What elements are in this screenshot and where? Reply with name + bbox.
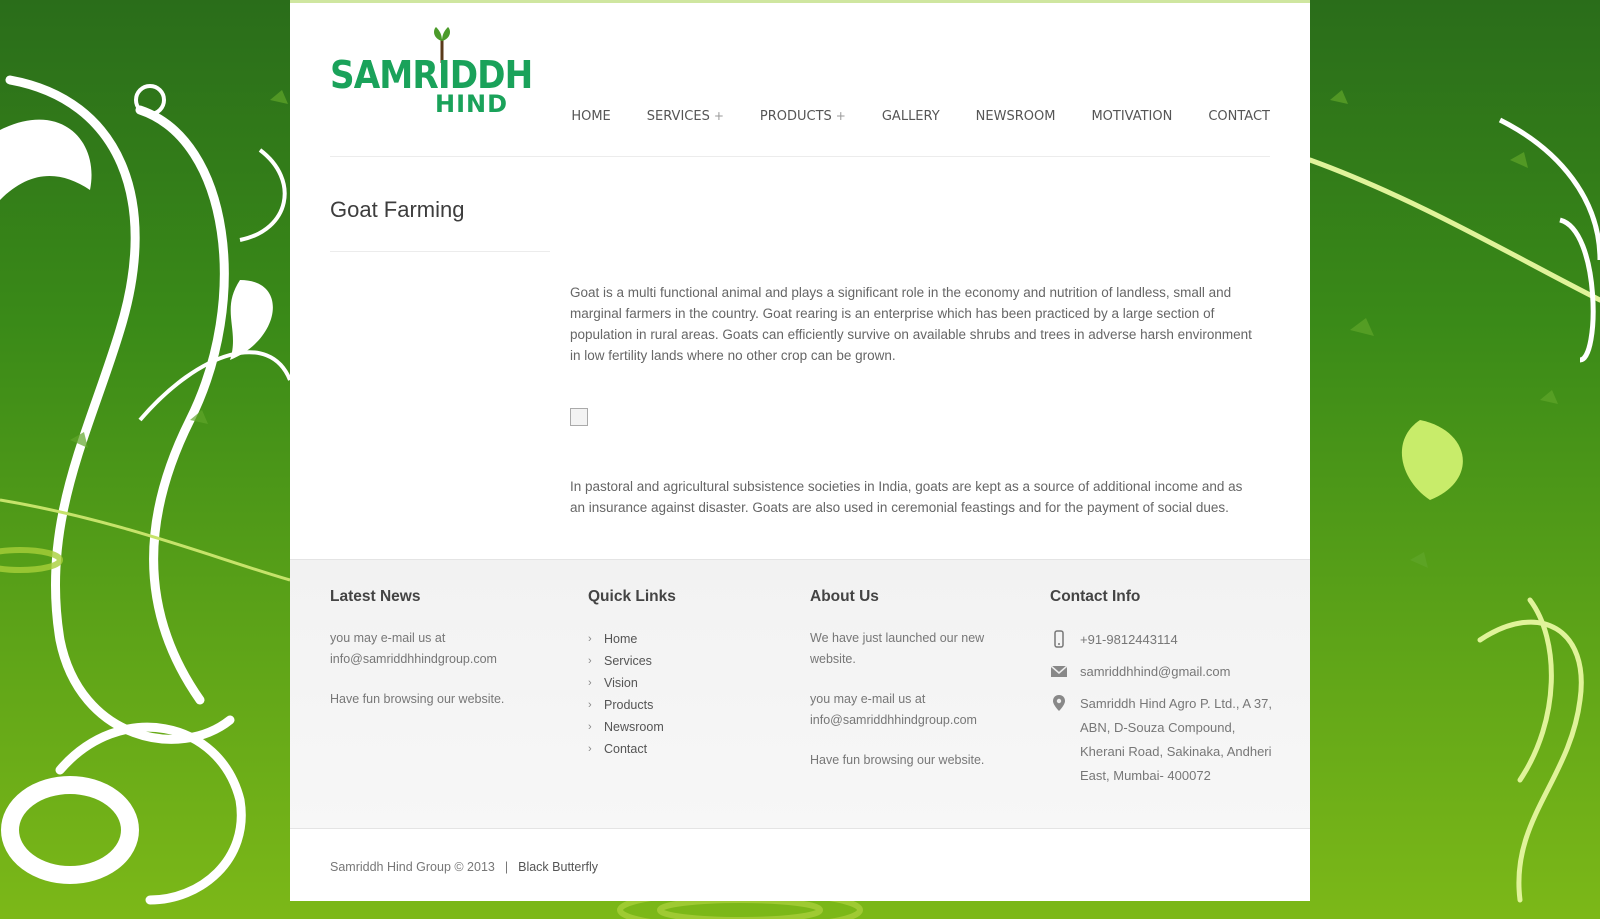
chevron-right-icon: › [588, 699, 592, 711]
nav-item-products[interactable]: PRODUCTS + [760, 109, 846, 124]
contact-phone-row: +91-9812443114 [1050, 628, 1275, 652]
title-divider [330, 251, 550, 252]
copyright-bar: Samriddh Hind Group © 2013 | Black Butterf… [330, 860, 598, 874]
about-line-2: you may e-mail us at info@samriddhhindgr… [810, 692, 977, 727]
latest-news-heading: Latest News [330, 588, 421, 605]
site-logo[interactable]: SAMRIDDH HIND [330, 23, 533, 123]
broken-image-icon [570, 408, 588, 426]
nav-item-newsroom[interactable]: NEWSROOM [976, 109, 1056, 124]
logo-text-sub: HIND [435, 90, 509, 118]
contact-heading: Contact Info [1050, 588, 1141, 605]
quick-link-vision[interactable]: › Vision [588, 672, 758, 694]
phone-icon [1054, 630, 1064, 648]
contact-phone[interactable]: +91-9812443114 [1080, 628, 1178, 652]
article-paragraph-2: In pastoral and agricultural subsistence… [570, 479, 1243, 515]
latest-news-line-3: Have fun browsing our website. [330, 692, 505, 706]
nav-item-contact[interactable]: CONTACT [1208, 109, 1270, 124]
chevron-right-icon: › [588, 633, 592, 645]
quick-links-list: › Home › Services › Vision › Products › Newsr… [588, 628, 758, 760]
footer-contact-info: Contact Info +91-9812443114 samriddhhind… [1050, 588, 1275, 796]
quick-link-contact[interactable]: › Contact [588, 738, 758, 760]
footer-about-us: About Us We have just launched our new w… [810, 588, 1000, 771]
latest-news-line-1: you may e-mail us at [330, 631, 446, 645]
site-header: SAMRIDDH HIND HOME SERVICES + PRODUCTS + G… [330, 3, 1270, 157]
contact-email[interactable]: samriddhhind@gmail.com [1080, 660, 1230, 684]
site-footer: Latest News you may e-mail us at info@sa… [290, 559, 1310, 829]
article-body: Goat is a multi functional animal and pl… [570, 282, 1260, 366]
quick-link-home[interactable]: › Home [588, 628, 758, 650]
nav-item-services[interactable]: SERVICES + [647, 109, 724, 124]
footer-quick-links: Quick Links › Home › Services › Vision › Pro… [588, 588, 758, 760]
latest-news-email[interactable]: info@samriddhhindgroup.com [330, 649, 550, 670]
chevron-right-icon: › [588, 743, 592, 755]
contact-address: Samriddh Hind Agro P. Ltd., A 37, ABN, D… [1080, 696, 1272, 783]
quick-link-products[interactable]: › Products [588, 694, 758, 716]
credit-link[interactable]: Black Butterfly [518, 860, 598, 874]
copyright-separator: | [504, 860, 509, 874]
envelope-icon [1050, 665, 1068, 677]
about-line-3: Have fun browsing our website. [810, 753, 985, 767]
article-paragraph-1: Goat is a multi functional animal and pl… [570, 285, 1252, 363]
about-line-1: We have just launched our new website. [810, 631, 985, 666]
about-heading: About Us [810, 588, 879, 605]
contact-email-row: samriddhhind@gmail.com [1050, 660, 1275, 684]
nav-item-home[interactable]: HOME [571, 109, 610, 124]
chevron-right-icon: › [588, 721, 592, 733]
chevron-right-icon: › [588, 677, 592, 689]
quick-links-heading: Quick Links [588, 588, 676, 605]
map-pin-icon [1053, 695, 1065, 711]
submenu-plus-icon: + [835, 109, 846, 123]
quick-link-newsroom[interactable]: › Newsroom [588, 716, 758, 738]
main-nav: HOME SERVICES + PRODUCTS + GALLERY NEWSROO… [535, 109, 1270, 124]
chevron-right-icon: › [588, 655, 592, 667]
page-title: Goat Farming [330, 197, 465, 222]
footer-latest-news: Latest News you may e-mail us at info@sa… [330, 588, 550, 710]
quick-link-services[interactable]: › Services [588, 650, 758, 672]
nav-item-motivation[interactable]: MOTIVATION [1091, 109, 1172, 124]
submenu-plus-icon: + [713, 109, 724, 123]
page-container: SAMRIDDH HIND HOME SERVICES + PRODUCTS + G… [290, 0, 1310, 901]
copyright-text: Samriddh Hind Group © 2013 [330, 860, 495, 874]
nav-item-gallery[interactable]: GALLERY [882, 109, 940, 124]
contact-address-row: Samriddh Hind Agro P. Ltd., A 37, ABN, D… [1050, 692, 1275, 788]
